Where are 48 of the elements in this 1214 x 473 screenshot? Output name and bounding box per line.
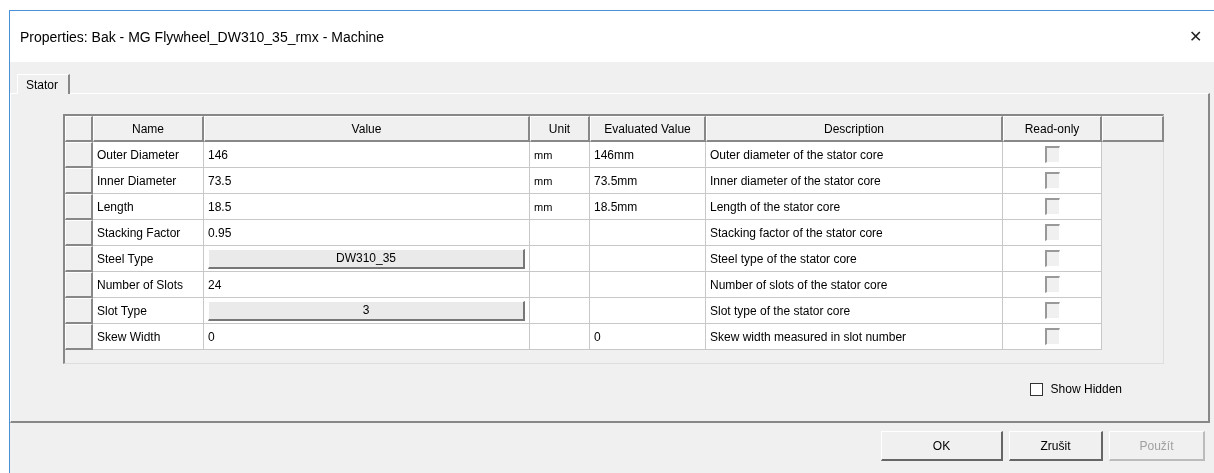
close-button[interactable]: ✕ (1187, 27, 1204, 46)
table-cell: mm (530, 168, 590, 194)
checkbox-label: Show Hidden (1050, 382, 1122, 396)
row-header[interactable] (65, 298, 93, 324)
column-header[interactable]: Evaluated Value (590, 116, 706, 142)
table-cell: Stacking Factor (93, 220, 204, 246)
table-cell: 146mm (590, 142, 706, 168)
table-cell: Inner Diameter (93, 168, 204, 194)
table-cell: Number of slots of the stator core (706, 272, 1003, 298)
row-header[interactable] (65, 220, 93, 246)
column-header[interactable]: Name (93, 116, 204, 142)
table-cell: Slot type of the stator core (706, 298, 1003, 324)
table-cell: Slot Type (93, 298, 204, 324)
table-cell: Skew width measured in slot number (706, 324, 1003, 350)
row-header[interactable] (65, 272, 93, 298)
table-cell: Inner diameter of the stator core (706, 168, 1003, 194)
table-cell: Steel Type (93, 246, 204, 272)
table-cell: Length of the stator core (706, 194, 1003, 220)
row-header[interactable] (65, 194, 93, 220)
table-cell: Outer diameter of the stator core (706, 142, 1003, 168)
table-cell (530, 220, 590, 246)
window-title: Properties: Bak - MG Flywheel_DW310_35_rmx - Machine (20, 28, 385, 45)
column-header[interactable]: Value (204, 116, 530, 142)
tab[interactable]: Stator (17, 74, 70, 94)
row-header[interactable] (65, 142, 93, 168)
column-header[interactable]: Read-only (1003, 116, 1102, 142)
table-cell (530, 272, 590, 298)
row-header[interactable] (65, 168, 93, 194)
table-cell: mm (530, 194, 590, 220)
table-cell: 73.5mm (590, 168, 706, 194)
table-cell: Skew Width (93, 324, 204, 350)
row-header[interactable] (65, 246, 93, 272)
table-cell: Number of Slots (93, 272, 204, 298)
table-cell (530, 324, 590, 350)
dialog-button[interactable]: Zrušit (1009, 431, 1103, 461)
column-header[interactable]: Description (706, 116, 1003, 142)
table-cell: Length (93, 194, 204, 220)
show-hidden-checkbox[interactable]: Show Hidden (1029, 382, 1122, 396)
table-cell: Outer Diameter (93, 142, 204, 168)
row-header[interactable] (65, 324, 93, 350)
table-cell: mm (530, 142, 590, 168)
column-header[interactable]: Unit (530, 116, 590, 142)
table-cell: 0 (590, 324, 706, 350)
dialog-button[interactable]: OK (881, 431, 1003, 461)
table-cell: Stacking factor of the stator core (706, 220, 1003, 246)
table-cell: 18.5mm (590, 194, 706, 220)
checkbox[interactable] (1029, 382, 1043, 396)
table-cell: Steel type of the stator core (706, 246, 1003, 272)
